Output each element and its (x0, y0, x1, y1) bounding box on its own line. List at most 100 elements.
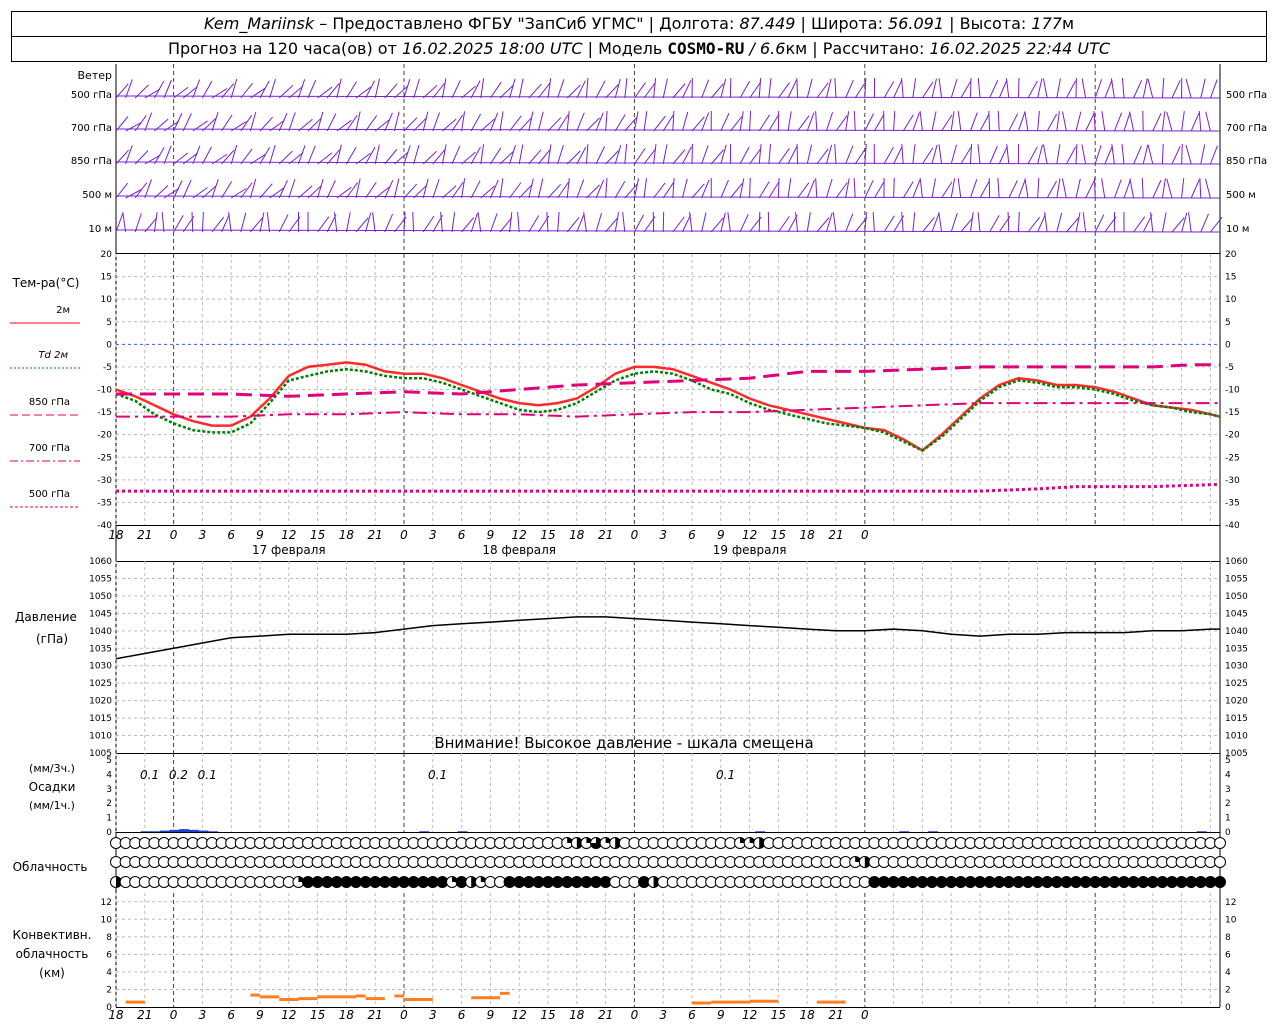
temp-tick-label: 0 (106, 340, 112, 350)
temp-tick-label-right: -30 (1225, 476, 1240, 486)
wind-barb (537, 178, 544, 199)
wind-barb (192, 145, 201, 165)
pressure-tick-label-right: 1020 (1225, 697, 1248, 707)
wind-barb (161, 212, 165, 233)
wind-barb (365, 115, 378, 132)
wind-barb (931, 213, 940, 233)
conv-cloud-bar (692, 1001, 712, 1005)
hour-tick-label-bottom: 12 (281, 1008, 296, 1022)
pressure-tick-label-right: 1035 (1225, 644, 1248, 654)
wind-barb (134, 213, 142, 233)
wind-barb (355, 111, 361, 132)
wind-barb (489, 213, 498, 233)
wind-barb (796, 143, 799, 165)
wind-barb (1133, 216, 1146, 233)
precip-tick-label: 3 (106, 785, 112, 795)
wind-barb (797, 182, 810, 199)
cloud-symbol (1214, 856, 1226, 868)
wind-barb (1046, 180, 1058, 199)
wind-barb (989, 145, 998, 165)
hour-tick-label-bottom: 6 (458, 1008, 466, 1022)
wind-barb (528, 178, 534, 199)
wind-barb (585, 144, 589, 165)
cloud-title: Облачность (13, 860, 88, 874)
wind-barb (662, 144, 668, 165)
precip-bar (419, 831, 430, 832)
wind-barb (912, 112, 920, 132)
conv-tick-label: 2 (106, 985, 112, 995)
wind-barb (1141, 178, 1144, 199)
wind-barb-base (115, 229, 1221, 233)
wind-barb (441, 144, 447, 165)
wind-barb (1037, 78, 1043, 99)
wind-barb (988, 111, 991, 132)
wind-barb (1075, 111, 1082, 132)
pressure-tick-label: 1010 (89, 732, 112, 742)
wind-barb (1199, 178, 1202, 199)
wind-barb (1094, 79, 1103, 99)
wind-barb (969, 179, 978, 199)
hour-tick-label: 15 (540, 528, 555, 542)
precip-bar (160, 830, 170, 832)
wind-barb (1104, 79, 1113, 99)
temp-legend-label: 2м (56, 305, 70, 316)
temp-tick-label: -35 (97, 498, 112, 508)
wind-barb (1171, 146, 1181, 165)
wind-barb (547, 144, 552, 165)
wind-barb (1081, 144, 1087, 165)
temp-legend-label: Td 2м (38, 350, 68, 361)
precip-bar (457, 831, 468, 832)
cloud-symbol (1214, 876, 1226, 888)
pressure-tick-label: 1035 (89, 644, 112, 654)
wind-barb (557, 212, 560, 233)
wind-barb (919, 178, 923, 199)
wind-barb (365, 181, 377, 199)
wind-barb (806, 78, 813, 99)
conv-cloud-bar (356, 994, 366, 998)
wind-barb (1171, 80, 1181, 99)
wind-barb (777, 148, 790, 165)
wind-barb (1110, 78, 1115, 99)
wind-barb (489, 147, 502, 165)
conv-tick-label: 10 (101, 915, 113, 925)
precip-bar (179, 829, 190, 832)
wind-barb (834, 78, 837, 99)
temp-tick-label-right: 0 (1225, 340, 1231, 350)
temp-legend-label: 850 гПа (29, 397, 70, 408)
wind-barb (489, 81, 502, 99)
wind-barb (681, 80, 692, 99)
hour-tick-label: 0 (631, 528, 639, 542)
temp-tick-label-right: -40 (1225, 521, 1240, 531)
wind-barb (144, 88, 161, 99)
wind-barb (672, 216, 685, 233)
wind-barb (758, 211, 761, 233)
conv-cloud-bar (394, 994, 404, 998)
conv-cloud-bar (125, 1000, 145, 1004)
wind-barb (1161, 78, 1165, 99)
wind-barb (228, 212, 232, 233)
pressure-line (115, 616, 1220, 660)
wind-barb (864, 113, 874, 132)
temp-tick-label: -20 (97, 431, 112, 441)
wind-barb (643, 178, 647, 199)
wind-barb (1161, 144, 1164, 165)
precip-title: Осадки (29, 780, 76, 794)
wind-level-label-right: 10 м (1226, 224, 1249, 235)
wind-barb (1056, 111, 1060, 132)
pressure-tick-label-right: 1030 (1225, 662, 1248, 672)
wind-barb (845, 178, 850, 199)
wind-barb (681, 146, 692, 165)
wind-barb (517, 212, 520, 233)
pressure-tick-label: 1030 (89, 662, 112, 672)
wind-barb (787, 111, 792, 132)
precip-tick-label: 5 (106, 756, 112, 766)
wind-barb (191, 212, 194, 233)
wind-level-label: 850 гПа (71, 156, 112, 167)
wind-barb (144, 179, 152, 199)
wind-barb (834, 144, 837, 165)
wind-barb (432, 112, 441, 132)
wind-barb (739, 146, 750, 165)
wind-barb (1129, 178, 1135, 199)
wind-barb (1123, 179, 1131, 199)
wind-barb (1181, 111, 1185, 132)
